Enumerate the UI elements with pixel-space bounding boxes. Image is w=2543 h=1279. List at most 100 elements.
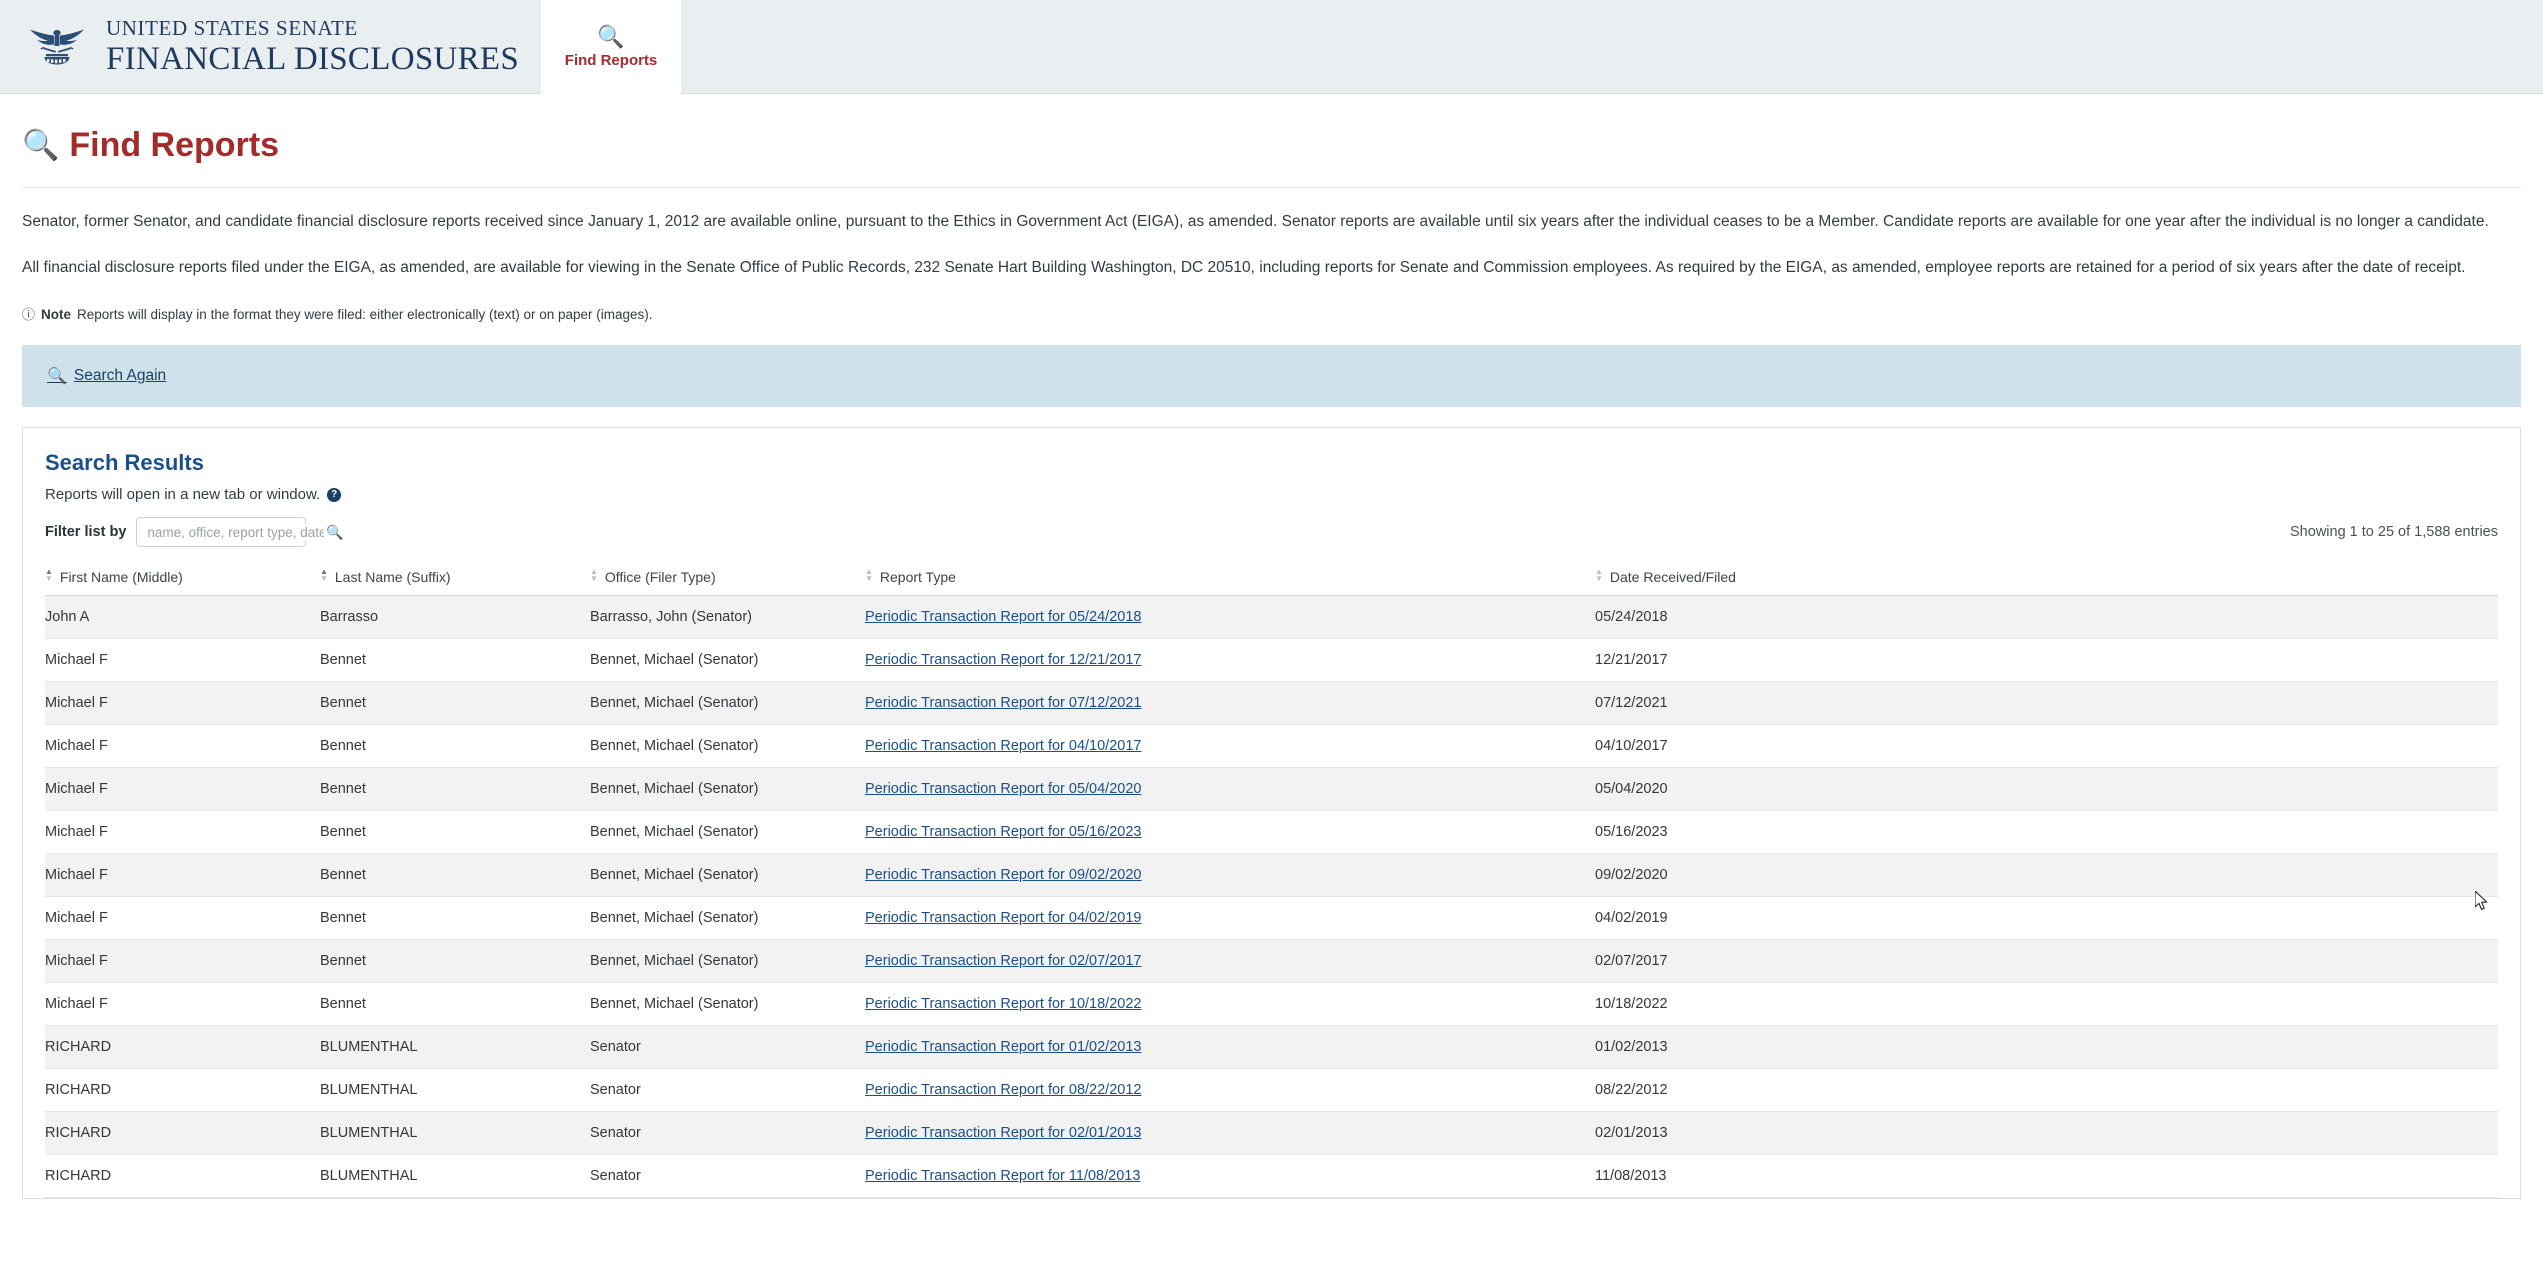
cell-last-name: BLUMENTHAL — [320, 1025, 590, 1070]
table-row: Michael F Bennet Bennet, Michael (Senator)… — [45, 810, 2498, 855]
cell-last-name: BLUMENTHAL — [320, 1154, 590, 1199]
report-link[interactable]: Periodic Transaction Report for 05/16/20… — [865, 824, 1141, 840]
cell-report-type[interactable]: Periodic Transaction Report for 07/12/20… — [865, 681, 1595, 726]
cell-date: 12/21/2017 — [1595, 638, 2498, 683]
cell-date: 05/24/2018 — [1595, 595, 2498, 640]
cell-report-type[interactable]: Periodic Transaction Report for 01/02/20… — [865, 1025, 1595, 1070]
cell-first-name: RICHARD — [45, 1154, 320, 1199]
cell-report-type[interactable]: Periodic Transaction Report for 05/24/20… — [865, 595, 1595, 640]
cell-office: Senator — [590, 1154, 865, 1199]
cell-office: Bennet, Michael (Senator) — [590, 724, 865, 769]
cell-date: 07/12/2021 — [1595, 681, 2498, 726]
cell-date: 09/02/2020 — [1595, 853, 2498, 898]
cell-first-name: Michael F — [45, 681, 320, 726]
cell-office: Bennet, Michael (Senator) — [590, 939, 865, 984]
cell-report-type[interactable]: Periodic Transaction Report for 12/21/20… — [865, 638, 1595, 683]
cell-report-type[interactable]: Periodic Transaction Report for 05/04/20… — [865, 767, 1595, 812]
cell-date: 02/07/2017 — [1595, 939, 2498, 984]
cell-office: Senator — [590, 1068, 865, 1113]
report-link[interactable]: Periodic Transaction Report for 02/07/20… — [865, 953, 1141, 969]
cell-date: 04/02/2019 — [1595, 896, 2498, 941]
page-body: 🔍 Find Reports Senator, former Senator, … — [0, 94, 2543, 1200]
results-table: ▲ ▼ First Name (Middle) ▲ ▼ Last Name (Suf… — [45, 563, 2498, 1199]
search-results-panel: Search Results Reports will open in a ne… — [22, 427, 2521, 1200]
cell-date: 05/16/2023 — [1595, 810, 2498, 855]
report-link[interactable]: Periodic Transaction Report for 02/01/20… — [865, 1125, 1141, 1141]
help-icon[interactable]: ? — [327, 487, 342, 502]
column-header-office-label: Office (Filer Type) — [604, 569, 716, 586]
cell-report-type[interactable]: Periodic Transaction Report for 04/02/20… — [865, 896, 1595, 941]
cell-last-name: Bennet — [320, 853, 590, 898]
table-row: Michael F Bennet Bennet, Michael (Senator)… — [45, 638, 2498, 683]
cell-first-name: Michael F — [45, 982, 320, 1027]
column-header-first-name[interactable]: ▲ ▼ First Name (Middle) — [45, 563, 320, 597]
cell-office: Bennet, Michael (Senator) — [590, 982, 865, 1027]
cell-date: 10/18/2022 — [1595, 982, 2498, 1027]
sort-arrows-icon: ▲ ▼ — [590, 567, 598, 584]
table-row: RICHARD BLUMENTHAL Senator Periodic Transac… — [45, 1068, 2498, 1113]
cell-report-type[interactable]: Periodic Transaction Report for 05/16/20… — [865, 810, 1595, 855]
table-row: Michael F Bennet Bennet, Michael (Senator)… — [45, 939, 2498, 984]
cell-last-name: Bennet — [320, 896, 590, 941]
cell-report-type[interactable]: Periodic Transaction Report for 10/18/20… — [865, 982, 1595, 1027]
search-icon[interactable]: 🔍 — [326, 524, 343, 541]
cell-first-name: RICHARD — [45, 1068, 320, 1113]
cell-date: 11/08/2013 — [1595, 1154, 2498, 1199]
search-results-subtitle-text: Reports will open in a new tab or window… — [45, 486, 321, 504]
note-text: Reports will display in the format they … — [77, 307, 653, 323]
table-row: Michael F Bennet Bennet, Michael (Senator)… — [45, 681, 2498, 726]
tab-find-reports[interactable]: 🔍 Find Reports — [541, 0, 682, 94]
cell-office: Bennet, Michael (Senator) — [590, 896, 865, 941]
filter-row: Filter list by 🔍 Showing 1 to 25 of 1,58… — [45, 517, 2498, 548]
search-results-subtitle: Reports will open in a new tab or window… — [45, 486, 2498, 503]
cell-office: Senator — [590, 1025, 865, 1070]
sort-arrows-icon: ▲ ▼ — [1595, 567, 1603, 584]
cell-office: Bennet, Michael (Senator) — [590, 638, 865, 683]
cell-date: 04/10/2017 — [1595, 724, 2498, 769]
cell-date: 08/22/2012 — [1595, 1068, 2498, 1113]
report-link[interactable]: Periodic Transaction Report for 05/04/20… — [865, 781, 1141, 797]
column-header-office[interactable]: ▲ ▼ Office (Filer Type) — [590, 563, 865, 597]
cell-report-type[interactable]: Periodic Transaction Report for 09/02/20… — [865, 853, 1595, 898]
report-link[interactable]: Periodic Transaction Report for 08/22/20… — [865, 1082, 1141, 1098]
search-again-link[interactable]: 🔍 Search Again — [47, 366, 166, 386]
page-title-text: Find Reports — [69, 126, 280, 164]
sort-arrows-icon: ▲ ▼ — [45, 567, 53, 584]
filter-input[interactable] — [145, 523, 327, 541]
report-link[interactable]: Periodic Transaction Report for 12/21/20… — [865, 652, 1141, 668]
report-link[interactable]: Periodic Transaction Report for 01/02/20… — [865, 1039, 1141, 1055]
site-header: UNITED STATES SENATE FINANCIAL DISCLOSUR… — [0, 0, 2543, 94]
results-table-body: John A Barrasso Barrasso, John (Senator) Pe… — [45, 595, 2498, 1199]
cell-date: 01/02/2013 — [1595, 1025, 2498, 1070]
sort-arrows-icon: ▲ ▼ — [865, 567, 873, 584]
cell-first-name: Michael F — [45, 724, 320, 769]
cell-report-type[interactable]: Periodic Transaction Report for 08/22/20… — [865, 1068, 1595, 1113]
cell-date: 02/01/2013 — [1595, 1111, 2498, 1156]
report-link[interactable]: Periodic Transaction Report for 11/08/20… — [865, 1168, 1140, 1184]
sort-arrows-icon: ▲ ▼ — [320, 567, 328, 584]
cell-report-type[interactable]: Periodic Transaction Report for 02/07/20… — [865, 939, 1595, 984]
report-link[interactable]: Periodic Transaction Report for 10/18/20… — [865, 996, 1141, 1012]
report-link[interactable]: Periodic Transaction Report for 04/10/20… — [865, 738, 1141, 754]
search-icon: 🔍 — [47, 368, 67, 386]
report-link[interactable]: Periodic Transaction Report for 04/02/20… — [865, 910, 1141, 926]
report-link[interactable]: Periodic Transaction Report for 09/02/20… — [865, 867, 1141, 883]
column-header-date[interactable]: ▲ ▼ Date Received/Filed — [1595, 563, 2498, 597]
cell-report-type[interactable]: Periodic Transaction Report for 04/10/20… — [865, 724, 1595, 769]
cell-first-name: Michael F — [45, 810, 320, 855]
table-row: RICHARD BLUMENTHAL Senator Periodic Transac… — [45, 1111, 2498, 1156]
cell-last-name: Bennet — [320, 638, 590, 683]
filter-input-wrapper[interactable]: 🔍 — [136, 517, 344, 548]
cell-last-name: Bennet — [320, 810, 590, 855]
cell-office: Bennet, Michael (Senator) — [590, 853, 865, 898]
report-link[interactable]: Periodic Transaction Report for 07/12/20… — [865, 695, 1141, 711]
column-header-report-type[interactable]: ▲ ▼ Report Type — [865, 563, 1595, 597]
cell-last-name: Barrasso — [320, 595, 590, 640]
cell-report-type[interactable]: Periodic Transaction Report for 02/01/20… — [865, 1111, 1595, 1156]
report-link[interactable]: Periodic Transaction Report for 05/24/20… — [865, 609, 1141, 625]
column-header-last-name[interactable]: ▲ ▼ Last Name (Suffix) — [320, 563, 590, 597]
cell-report-type[interactable]: Periodic Transaction Report for 11/08/20… — [865, 1154, 1595, 1199]
column-header-report-type-label: Report Type — [879, 569, 956, 586]
cell-office: Senator — [590, 1111, 865, 1156]
note-label: Note — [41, 307, 72, 323]
